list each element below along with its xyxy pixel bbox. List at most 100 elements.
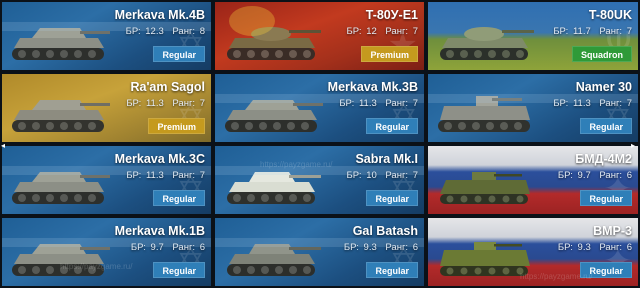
- vehicle-card[interactable]: ✡ Merkava Mk.3B БР: 11.3 Ранг: 7 Regular: [214, 73, 425, 143]
- br-value: 11.3: [358, 98, 377, 109]
- rank-label: Ранг:: [385, 26, 409, 37]
- rank-label: Ранг:: [599, 98, 623, 109]
- rank-label: Ранг:: [385, 170, 409, 181]
- br-value: 11.7: [572, 26, 591, 37]
- vehicle-card[interactable]: ✦ БМД-4М2 БР: 9.7 Ранг: 6 Regular: [427, 145, 639, 215]
- br-label: БР:: [130, 242, 146, 253]
- rank-value: 6: [626, 242, 632, 253]
- regular-button[interactable]: Regular: [366, 262, 418, 278]
- vehicle-card[interactable]: ✡ Merkava Mk.1B БР: 9.7 Ранг: 6 Regular: [1, 217, 212, 287]
- vehicle-stats: БР: 11.3 Ранг: 7: [126, 98, 205, 109]
- rank-label: Ранг:: [172, 170, 196, 181]
- scroll-right-icon[interactable]: ▸: [631, 142, 639, 150]
- scroll-left-icon[interactable]: ◂: [1, 142, 9, 150]
- br-value: 9.7: [150, 242, 164, 253]
- br-label: БР:: [126, 98, 142, 109]
- br-value: 12: [366, 26, 377, 37]
- rank-label: Ранг:: [172, 98, 196, 109]
- vehicle-name: Sabra Mk.I: [355, 152, 418, 166]
- br-label: БР:: [346, 26, 362, 37]
- vehicle-name: Merkava Mk.4B: [114, 8, 205, 22]
- vehicle-card[interactable]: ✡ Merkava Mk.4B БР: 12.3 Ранг: 8 Regular: [1, 1, 212, 71]
- vehicle-stats: БР: 9.7 Ранг: 6: [131, 242, 205, 253]
- vehicle-card[interactable]: ✡ Gal Batash БР: 9.3 Ранг: 6 Regular: [214, 217, 425, 287]
- vehicle-stats: БР: 10 Ранг: 7: [347, 170, 418, 181]
- vehicle-stats: БР: 9.3 Ранг: 6: [344, 242, 418, 253]
- br-label: БР:: [553, 98, 569, 109]
- watermark-text: https://payzgame.ru/: [520, 272, 593, 281]
- rank-value: 7: [412, 98, 418, 109]
- tank-icon: [225, 100, 323, 132]
- vehicle-name: Gal Batash: [352, 224, 418, 238]
- rank-value: 6: [199, 242, 205, 253]
- br-label: БР:: [557, 242, 573, 253]
- rank-label: Ранг:: [599, 26, 623, 37]
- rank-value: 7: [626, 26, 632, 37]
- vehicle-name: БМД-4М2: [575, 152, 632, 166]
- watermark-text: https://payzgame.ru/: [60, 262, 133, 271]
- vehicle-card[interactable]: ✡ Merkava Mk.3C БР: 11.3 Ранг: 7 Regular: [1, 145, 212, 215]
- vehicle-card[interactable]: ✡ Sabra Mk.I БР: 10 Ранг: 7 Regular: [214, 145, 425, 215]
- vehicle-name: Ra'am Sagol: [130, 80, 205, 94]
- regular-button[interactable]: Regular: [366, 190, 418, 206]
- rank-value: 7: [412, 26, 418, 37]
- br-value: 9.7: [577, 170, 591, 181]
- vehicle-card[interactable]: ✡ Namer 30 БР: 11.3 Ранг: 7 Regular: [427, 73, 639, 143]
- regular-button[interactable]: Regular: [153, 46, 205, 62]
- rank-label: Ранг:: [385, 242, 409, 253]
- squadron-button[interactable]: Squadron: [572, 46, 632, 62]
- vehicle-stats: БР: 12.3 Ранг: 8: [126, 26, 205, 37]
- tank-icon: [12, 28, 110, 60]
- vehicle-stats: БР: 9.7 Ранг: 6: [558, 170, 632, 181]
- tank-icon: [12, 172, 110, 204]
- vehicle-stats: БР: 11.3 Ранг: 7: [339, 98, 418, 109]
- vehicle-name: Namer 30: [575, 80, 632, 94]
- vehicle-stats: БР: 11.7 Ранг: 7: [553, 26, 632, 37]
- tank-icon: [12, 100, 110, 132]
- tank-icon: [227, 244, 321, 276]
- vehicle-stats: БР: 11.3 Ранг: 7: [126, 170, 205, 181]
- regular-button[interactable]: Regular: [153, 190, 205, 206]
- rank-value: 7: [199, 98, 205, 109]
- vehicle-stats: БР: 11.3 Ранг: 7: [553, 98, 632, 109]
- rank-label: Ранг:: [599, 170, 623, 181]
- premium-button[interactable]: Premium: [361, 46, 418, 62]
- regular-button[interactable]: Regular: [366, 118, 418, 134]
- regular-button[interactable]: Regular: [580, 118, 632, 134]
- vehicle-name: T-80UK: [588, 8, 632, 22]
- tank-icon: [440, 27, 534, 60]
- rank-value: 6: [626, 170, 632, 181]
- regular-button[interactable]: Regular: [153, 262, 205, 278]
- vehicle-name: BMP-3: [593, 224, 632, 238]
- ifv-icon: [440, 172, 530, 204]
- vehicle-name: T-80У-E1: [365, 8, 418, 22]
- br-value: 11.3: [145, 170, 164, 181]
- vehicle-name: Merkava Mk.3C: [114, 152, 205, 166]
- rank-value: 7: [412, 170, 418, 181]
- br-label: БР:: [125, 26, 141, 37]
- rank-value: 8: [199, 26, 205, 37]
- regular-button[interactable]: Regular: [580, 190, 632, 206]
- br-value: 10: [366, 170, 377, 181]
- br-value: 11.3: [145, 98, 164, 109]
- tank-icon: [12, 244, 110, 276]
- watermark-text: https://payzgame.ru/: [260, 160, 333, 169]
- vehicle-stats: БР: 9.3 Ранг: 6: [558, 242, 632, 253]
- vehicle-stats: БР: 12 Ранг: 7: [347, 26, 418, 37]
- br-value: 9.3: [363, 242, 377, 253]
- br-label: БР:: [339, 98, 355, 109]
- vehicle-card[interactable]: ✡ Ra'am Sagol БР: 11.3 Ранг: 7 Premium: [1, 73, 212, 143]
- br-label: БР:: [553, 26, 569, 37]
- vehicle-name: Merkava Mk.3B: [327, 80, 418, 94]
- rank-value: 7: [626, 98, 632, 109]
- rank-label: Ранг:: [172, 26, 196, 37]
- premium-button[interactable]: Premium: [148, 118, 205, 134]
- br-value: 9.3: [577, 242, 591, 253]
- vehicle-card[interactable]: Ψ T-80UK БР: 11.7 Ранг: 7 Squadron: [427, 1, 639, 71]
- br-value: 11.3: [572, 98, 591, 109]
- tank-icon: [227, 27, 321, 60]
- vehicle-card[interactable]: ★ T-80У-E1 БР: 12 Ранг: 7 Premium: [214, 1, 425, 71]
- vehicle-grid: ✡ Merkava Mk.4B БР: 12.3 Ранг: 8 Regular…: [0, 0, 640, 288]
- rank-value: 7: [199, 170, 205, 181]
- rank-label: Ранг:: [385, 98, 409, 109]
